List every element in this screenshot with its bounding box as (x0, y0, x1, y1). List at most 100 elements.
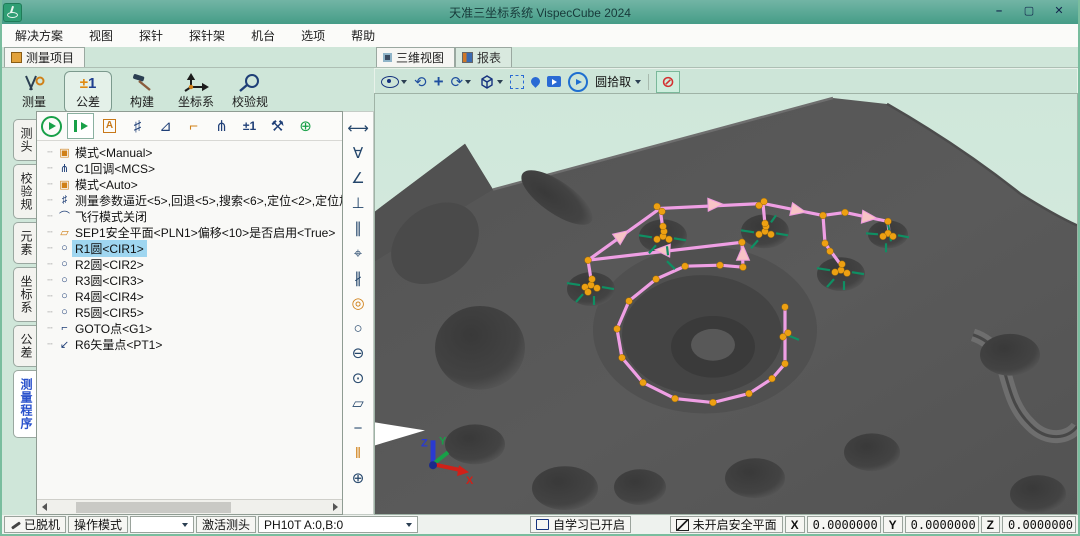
ribbon-measure-button[interactable]: 测量 (10, 71, 58, 113)
tree-row[interactable]: ┄▱SEP1安全平面<PLN1>偏移<10>是否启用<True> (43, 224, 342, 240)
inclination-icon[interactable]: ∦ (354, 266, 362, 291)
menu-probe-rack[interactable]: 探针架 (176, 25, 238, 47)
measure-button[interactable]: ⊿ (153, 114, 178, 138)
probe-disabled-button[interactable]: ⊘ (656, 71, 680, 93)
cube-view-button[interactable] (478, 74, 503, 90)
circle-icon: ○ (57, 290, 72, 302)
angle-between-icon[interactable]: ∀ (353, 141, 363, 166)
coord-x-value: 0.0000000 (807, 516, 881, 533)
distance-tolerance-icon[interactable]: ⟷ (347, 116, 369, 141)
tab-3d-view[interactable]: 三维视图 (376, 47, 455, 67)
report-icon (462, 52, 473, 63)
3d-scene: Z Y X (375, 94, 1077, 514)
menu-solution[interactable]: 解决方案 (2, 25, 76, 47)
scroll-left-arrow[interactable] (37, 501, 51, 514)
chevron-down-icon (182, 523, 188, 527)
view-panel: 三维视图 报表 ⟲ + ⟳ 圆拾取 ⊘ (374, 47, 1078, 515)
true-position-icon[interactable]: ⊕ (352, 466, 365, 491)
cube-icon (478, 74, 495, 90)
side-tab-measure-program[interactable]: 测量程序 (13, 370, 36, 438)
hammer-icon (130, 73, 154, 93)
tree-horizontal-scrollbar[interactable] (37, 499, 342, 514)
monitor-icon (536, 519, 549, 530)
tree-row[interactable]: ┄↙R6矢量点<PT1> (43, 336, 342, 352)
menu-view[interactable]: 视图 (76, 25, 126, 47)
menu-options[interactable]: 选项 (288, 25, 338, 47)
perpendicularity-icon[interactable]: ⊥ (351, 191, 364, 216)
flatness-icon[interactable]: ▱ (352, 391, 364, 416)
circle-icon: ○ (57, 274, 72, 286)
window-title: 天准三坐标系统 VispecCube 2024 (0, 4, 1080, 21)
operation-mode-select[interactable] (130, 516, 194, 533)
menu-probe[interactable]: 探针 (126, 25, 176, 47)
vector-point-icon: ↙ (57, 338, 72, 351)
mode-icon: ▣ (57, 178, 72, 191)
safety-plane-icon: ▱ (57, 226, 72, 239)
tree-row[interactable]: ┄⋔C1回调<MCS> (43, 160, 342, 176)
side-tab-element[interactable]: 元素 (13, 222, 36, 264)
scroll-right-arrow[interactable] (328, 501, 342, 514)
tree-row[interactable]: ┄♯测量参数逼近<5>,回退<5>,搜索<6>,定位<2>,定位加<2>,测量 (43, 192, 342, 208)
position-icon[interactable]: ⌖ (354, 241, 362, 266)
goto-button[interactable]: ⌐ (181, 114, 206, 138)
tree-row[interactable]: ┄▣模式<Manual> (43, 144, 342, 160)
ribbon-coordinate-button[interactable]: 坐标系 (172, 71, 220, 113)
3d-viewport[interactable]: Z Y X (374, 93, 1078, 515)
measure-params-button[interactable]: ♯ (125, 114, 150, 138)
build-button[interactable]: ⚒ (265, 114, 290, 138)
self-learning-status: 自学习已开启 (530, 516, 631, 533)
step-run-button[interactable] (67, 113, 94, 139)
runout-icon[interactable]: ⊖ (352, 341, 365, 366)
circle-pick-dropdown[interactable]: 圆拾取 (595, 73, 641, 90)
side-tab-coordinate[interactable]: 坐标系 (13, 267, 36, 322)
close-button[interactable]: ✕ (1046, 4, 1072, 20)
run-program-button[interactable] (39, 114, 64, 138)
visibility-button[interactable] (381, 76, 407, 88)
tolerance-toolbar: ⟷ ∀ ∠ ⊥ ∥ ⌖ ∦ ◎ ○ ⊖ ⊙ ▱ − ‖ ⊕ (343, 111, 374, 515)
maximize-button[interactable]: ▢ (1016, 4, 1042, 20)
rotate-view-button[interactable]: ⟲ (414, 73, 427, 91)
menu-help[interactable]: 帮助 (338, 25, 388, 47)
tab-measure-project[interactable]: 测量项目 (4, 47, 85, 67)
total-runout-icon[interactable]: ⊙ (352, 366, 365, 391)
ribbon-tolerance-button[interactable]: ±1 公差 (64, 71, 112, 113)
angle-icon[interactable]: ∠ (351, 166, 364, 191)
circle-icon: ○ (57, 242, 72, 254)
tolerance-button[interactable]: ±1 (237, 114, 262, 138)
minimize-button[interactable]: – (986, 4, 1012, 20)
locate-button[interactable] (531, 77, 540, 86)
tree-row[interactable]: ┄▣模式<Auto> (43, 176, 342, 192)
symmetry-icon[interactable]: ‖ (355, 441, 361, 466)
orbit-view-button[interactable]: ⟳ (451, 73, 472, 91)
side-tab-tolerance[interactable]: 公差 (13, 325, 36, 367)
active-probe-select[interactable]: PH10T A:0,B:0 (258, 516, 418, 533)
coordinate-button[interactable]: ⋔ (209, 114, 234, 138)
auto-label-button[interactable]: A (97, 114, 122, 138)
zoom-fit-button[interactable] (510, 75, 524, 89)
pan-view-button[interactable]: + (434, 72, 444, 92)
callback-icon: ⋔ (57, 162, 72, 175)
play-view-button[interactable] (568, 72, 588, 92)
probe-target-button[interactable]: ⊕ (293, 114, 318, 138)
program-tree: ┄▣模式<Manual> ┄⋔C1回调<MCS> ┄▣模式<Auto> ┄♯测量… (37, 141, 342, 499)
tree-row[interactable]: ┄○R3圆<CIR3> (43, 272, 342, 288)
ribbon-gauge-button[interactable]: 校验规 (226, 71, 274, 113)
roundness-icon[interactable]: ○ (353, 316, 362, 341)
tree-row[interactable]: ┄⌐GOTO点<G1> (43, 320, 342, 336)
scrollbar-thumb[interactable] (76, 502, 231, 513)
tree-row[interactable]: ┄○R2圆<CIR2> (43, 256, 342, 272)
parallelism-icon[interactable]: ∥ (354, 216, 362, 241)
side-tab-gauge[interactable]: 校验规 (13, 164, 36, 219)
side-tab-probe[interactable]: 测头 (13, 119, 36, 161)
simulate-screen-button[interactable] (547, 76, 561, 87)
concentricity-icon[interactable]: ◎ (351, 291, 364, 316)
tree-row-selected[interactable]: ┄○R1圆<CIR1> (43, 240, 342, 256)
menu-machine[interactable]: 机台 (238, 25, 288, 47)
straightness-icon[interactable]: − (354, 416, 363, 441)
tab-report[interactable]: 报表 (455, 47, 512, 67)
operation-mode-label: 操作模式 (68, 516, 128, 533)
ribbon-build-button[interactable]: 构建 (118, 71, 166, 113)
tree-row[interactable]: ┄○R5圆<CIR5> (43, 304, 342, 320)
tree-row[interactable]: ┄○R4圆<CIR4> (43, 288, 342, 304)
tree-row[interactable]: ┄⌒飞行模式关闭 (43, 208, 342, 224)
